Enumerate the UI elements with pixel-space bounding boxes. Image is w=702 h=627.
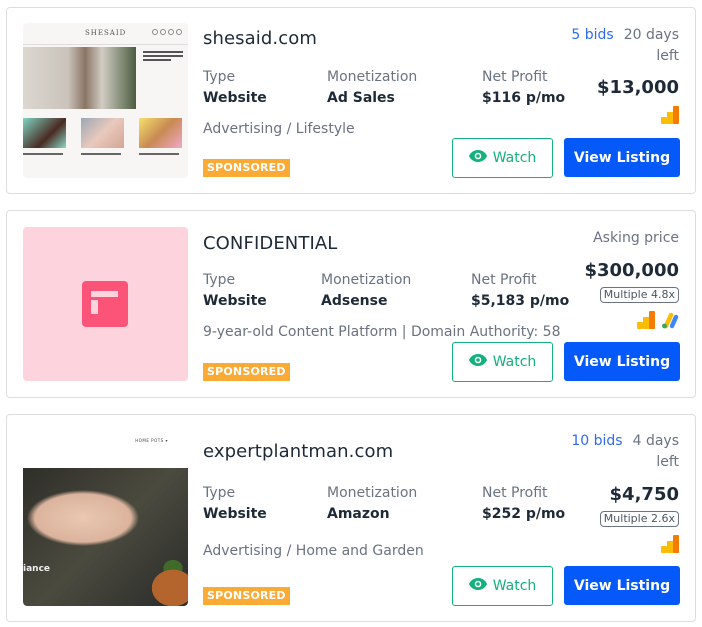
thumbnail-article-text	[143, 51, 183, 63]
thumbnail-caption	[139, 153, 179, 155]
watch-label: Watch	[492, 150, 537, 166]
thumbnail-tile-image	[139, 118, 182, 148]
time-left: 20 days left	[623, 27, 679, 64]
watch-button[interactable]: Watch	[452, 138, 553, 178]
google-analytics-icon	[661, 535, 679, 557]
google-adsense-icon	[661, 311, 679, 333]
listing-thumbnail[interactable]	[23, 227, 188, 381]
thumbnail-caption	[81, 153, 121, 155]
multiple-badge: Multiple 2.6x	[599, 511, 679, 527]
thumbnail-hero-image	[23, 47, 136, 109]
net-profit-label: Net Profit	[471, 272, 537, 288]
bids-count[interactable]: 10 bids	[571, 433, 622, 449]
listing-description: Advertising / Lifestyle	[203, 121, 355, 137]
sponsored-badge: SPONSORED	[203, 587, 290, 605]
listing-description: Advertising / Home and Garden	[203, 543, 424, 559]
type-value: Website	[203, 506, 267, 522]
type-label: Type	[203, 69, 236, 85]
sponsored-badge: SPONSORED	[203, 159, 290, 177]
thumbnail-site-logo: SHESAID	[85, 29, 127, 37]
monetization-column: Monetization Adsense	[321, 270, 411, 312]
thumbnail-overlay-text: iance	[23, 564, 51, 574]
watch-button[interactable]: Watch	[452, 342, 553, 382]
thumbnail-tile-image	[81, 118, 124, 148]
sponsored-badge: SPONSORED	[203, 363, 290, 381]
net-profit-column: Net Profit $252 p/mo	[482, 483, 565, 525]
type-column: Type Website	[203, 270, 267, 312]
watch-button[interactable]: Watch	[452, 566, 553, 606]
listing-card: SHESAID shesaid.com Type Website Monetiz…	[6, 7, 696, 194]
listing-thumbnail[interactable]: HOME POTS ▾ iance	[23, 430, 188, 606]
type-value: Website	[203, 90, 267, 106]
watch-label: Watch	[492, 354, 537, 370]
monetization-value: Ad Sales	[327, 90, 395, 106]
confidential-listing-icon	[82, 281, 128, 327]
eye-icon	[468, 150, 487, 166]
multiple-badge: Multiple 4.8x	[599, 287, 679, 303]
listing-title[interactable]: shesaid.com	[203, 28, 317, 49]
watch-label: Watch	[492, 578, 537, 594]
thumbnail-tile-image	[23, 118, 66, 148]
view-listing-button[interactable]: View Listing	[564, 566, 680, 605]
listing-description: 9-year-old Content Platform | Domain Aut…	[203, 324, 561, 340]
net-profit-label: Net Profit	[482, 485, 548, 501]
type-label: Type	[203, 485, 236, 501]
net-profit-value: $116 p/mo	[482, 90, 566, 106]
net-profit-column: Net Profit $116 p/mo	[482, 67, 565, 109]
social-icons	[152, 29, 182, 35]
integration-icons	[661, 535, 679, 557]
thumbnail-caption	[23, 153, 63, 155]
monetization-column: Monetization Amazon	[327, 483, 417, 525]
net-profit-value: $252 p/mo	[482, 506, 566, 522]
listing-thumbnail[interactable]: SHESAID	[23, 23, 188, 178]
auction-info: 10 bids 4 days left	[549, 431, 679, 473]
net-profit-value: $5,183 p/mo	[471, 293, 570, 309]
monetization-value: Adsense	[321, 293, 388, 309]
monetization-label: Monetization	[327, 69, 418, 85]
listing-price: $4,750	[609, 484, 679, 505]
listing-title[interactable]: expertplantman.com	[203, 441, 393, 462]
monetization-column: Monetization Ad Sales	[327, 67, 417, 109]
google-analytics-icon	[637, 311, 655, 333]
net-profit-column: Net Profit $5,183 p/mo	[471, 270, 569, 312]
integration-icons	[661, 106, 679, 128]
view-listing-button[interactable]: View Listing	[564, 138, 680, 177]
type-column: Type Website	[203, 483, 267, 525]
listing-price: $13,000	[597, 77, 679, 98]
listing-card: HOME POTS ▾ iance expertplantman.com Typ…	[6, 414, 696, 622]
eye-icon	[468, 578, 487, 594]
auction-info: 5 bids 20 days left	[549, 25, 679, 67]
view-listing-button[interactable]: View Listing	[564, 342, 680, 381]
listing-title[interactable]: CONFIDENTIAL	[203, 233, 337, 254]
type-label: Type	[203, 272, 236, 288]
monetization-label: Monetization	[321, 272, 412, 288]
thumbnail-site-nav: HOME POTS ▾	[135, 438, 168, 443]
monetization-value: Amazon	[327, 506, 390, 522]
thumbnail-hero-image: iance	[23, 468, 188, 606]
type-column: Type Website	[203, 67, 267, 109]
integration-icons	[637, 311, 679, 333]
type-value: Website	[203, 293, 267, 309]
listing-card: CONFIDENTIAL Type Website Monetization A…	[6, 210, 696, 398]
asking-price-label: Asking price	[593, 230, 679, 246]
monetization-label: Monetization	[327, 485, 418, 501]
net-profit-label: Net Profit	[482, 69, 548, 85]
thumbnail-site-header: SHESAID	[23, 23, 188, 45]
time-left: 4 days left	[632, 433, 679, 470]
bids-count[interactable]: 5 bids	[571, 27, 613, 43]
google-analytics-icon	[661, 106, 679, 128]
listing-price: $300,000	[584, 260, 679, 281]
eye-icon	[468, 354, 487, 370]
